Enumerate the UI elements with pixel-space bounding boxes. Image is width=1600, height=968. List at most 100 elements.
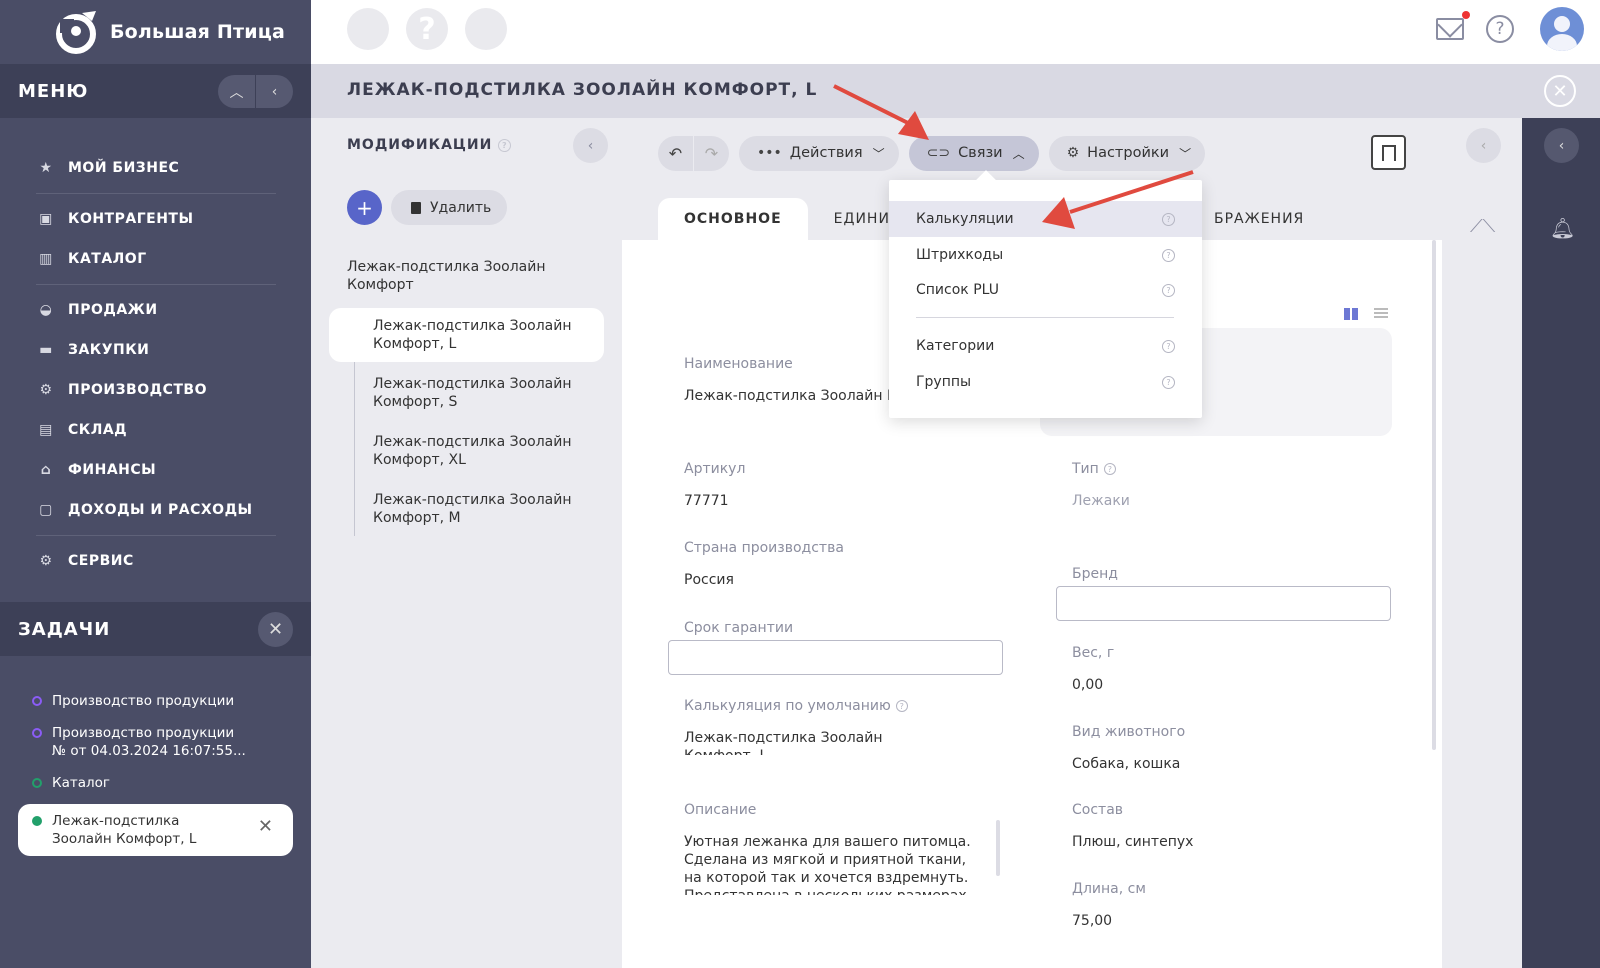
tasks-header: ЗАДАЧИ ✕ <box>0 602 311 656</box>
nav-item-warehouse[interactable]: ▤ СКЛАД <box>36 410 276 450</box>
warranty-input[interactable] <box>668 640 1003 675</box>
menu-item-plu-list[interactable]: Список PLU? <box>889 272 1202 308</box>
menu-item-groups[interactable]: Группы? <box>889 364 1202 400</box>
nav-divider <box>36 284 276 285</box>
textarea-scrollbar[interactable] <box>996 820 1000 876</box>
nav-item-purchases[interactable]: ▬ ЗАКУПКИ <box>36 330 276 370</box>
field-value[interactable]: 77771 <box>684 492 745 510</box>
close-icon[interactable]: ✕ <box>258 818 273 836</box>
field-value-overflow: Комфорт, L <box>684 747 908 755</box>
task-item[interactable]: Каталог <box>18 772 293 794</box>
book-icon: ▥ <box>39 251 53 267</box>
placeholder-circle-button[interactable] <box>465 8 507 50</box>
nav-item-my-business[interactable]: ★ МОЙ БИЗНЕС <box>36 148 276 188</box>
notification-dot <box>1462 11 1470 19</box>
type-field: Тип? Лежаки <box>1072 461 1130 510</box>
bell-icon[interactable]: 🔔︎ <box>1550 216 1575 240</box>
help-icon[interactable]: ? <box>1103 463 1116 475</box>
mail-icon[interactable] <box>1436 11 1470 40</box>
chevron-left-icon[interactable]: ‹ <box>1544 128 1579 163</box>
settings-button[interactable]: ⚙ Настройки ﹀ <box>1048 135 1206 171</box>
help-icon[interactable]: ? <box>1162 248 1175 262</box>
chevron-up-icon[interactable]: ︿ <box>218 75 255 108</box>
nav-item-counterparties[interactable]: ▣ КОНТРАГЕНТЫ <box>36 199 276 239</box>
help-icon[interactable]: ? <box>1162 375 1175 389</box>
modifications-actions: + Удалить <box>347 190 508 225</box>
delete-button[interactable]: Удалить <box>391 190 508 225</box>
brand-input[interactable] <box>1056 586 1391 621</box>
task-label: Производство продукции <box>52 693 235 709</box>
field-value[interactable]: Лежак-подстилка Зоолайн <box>684 729 908 747</box>
nav-item-finance[interactable]: ⌂ ФИНАНСЫ <box>36 450 276 490</box>
add-modification-button[interactable]: + <box>347 190 382 225</box>
field-value[interactable]: 75,00 <box>1072 912 1146 930</box>
task-item[interactable]: Производство продукции <box>18 690 293 712</box>
grid-view-icon[interactable] <box>1344 308 1358 320</box>
list-view-icon[interactable] <box>1374 308 1388 320</box>
field-label: Срок гарантии <box>684 620 794 636</box>
scrollbar[interactable] <box>1432 240 1436 750</box>
nav-label: КОНТРАГЕНТЫ <box>68 211 194 227</box>
nav-item-service[interactable]: ⚙ СЕРВИС <box>36 541 276 581</box>
composition-field: Состав Плюш, синтепух <box>1072 802 1193 851</box>
chevron-left-icon[interactable]: ‹ <box>573 128 608 163</box>
help-icon[interactable]: ? <box>895 700 908 712</box>
tree-item[interactable]: Лежак-подстилка Зоолайн Комфорт, M <box>355 482 604 536</box>
menu-title: МЕНЮ <box>18 80 89 102</box>
tree-item-selected[interactable]: Лежак-подстилка Зоолайн Комфорт, L <box>329 308 604 362</box>
bookmark-icon[interactable] <box>1371 135 1406 170</box>
undo-icon[interactable]: ↶ <box>658 135 693 171</box>
tree-item[interactable]: Лежак-подстилка Зоолайн Комфорт, XL <box>355 424 604 478</box>
actions-button[interactable]: ••• Действия ﹀ <box>739 135 899 171</box>
help-icon[interactable]: ? <box>1162 339 1175 353</box>
avatar[interactable] <box>1540 7 1584 51</box>
close-icon[interactable]: ✕ <box>258 612 293 647</box>
field-label: Описание <box>684 802 757 818</box>
field-value[interactable]: Лежак-подстилка Зоолайн Ко <box>684 387 905 405</box>
field-value[interactable]: Уютная лежанка для вашего питомца. Сдела… <box>684 833 974 887</box>
help-glyph: ? <box>418 11 436 47</box>
tasks-title: ЗАДАЧИ <box>18 618 111 640</box>
chevron-left-icon[interactable]: ‹ <box>1466 128 1501 163</box>
nav-item-production[interactable]: ⚙ ПРОИЗВОДСТВО <box>36 370 276 410</box>
help-icon[interactable]: ? <box>1162 212 1175 226</box>
nav-item-sales[interactable]: ◒ ПРОДАЖИ <box>36 290 276 330</box>
field-value[interactable]: Плюш, синтепух <box>1072 833 1193 851</box>
links-dropdown-menu: Калькуляции? Штрихкоды? Список PLU? Кате… <box>889 180 1202 418</box>
field-value[interactable]: Россия <box>684 571 844 589</box>
task-list: Производство продукции Производство прод… <box>18 690 293 866</box>
field-value[interactable]: 0,00 <box>1072 676 1114 694</box>
task-item-active[interactable]: Лежак-подстилка Зоолайн Комфорт, L ✕ <box>18 804 293 856</box>
help-icon[interactable]: ? <box>1162 283 1175 297</box>
help-icon[interactable]: ? <box>1486 15 1514 43</box>
field-value[interactable]: Собака, кошка <box>1072 755 1185 773</box>
menu-item-categories[interactable]: Категории? <box>889 328 1202 364</box>
redo-icon[interactable]: ↷ <box>694 135 729 171</box>
menu-item-calculations[interactable]: Калькуляции? <box>889 201 1202 237</box>
help-circle-button[interactable]: ? <box>406 8 448 50</box>
tab-main[interactable]: ОСНОВНОЕ <box>658 198 808 240</box>
field-label: Состав <box>1072 802 1124 818</box>
close-icon[interactable]: ✕ <box>1544 75 1576 107</box>
field-value-overflow: Представлена в нескольких размерах <box>684 887 974 895</box>
tab-images[interactable]: БРАЖЕНИЯ <box>1188 198 1330 240</box>
field-label: Тип <box>1072 461 1099 477</box>
menu-item-barcodes[interactable]: Штрихкоды? <box>889 237 1202 273</box>
bird-logo-icon <box>56 11 96 54</box>
gear-box-icon: ⚙ <box>39 553 53 569</box>
nav-divider <box>36 193 276 194</box>
nav-item-income-expenses[interactable]: ▢ ДОХОДЫ И РАСХОДЫ <box>36 490 276 530</box>
app-logo[interactable]: Большая Птица <box>0 0 311 64</box>
links-button[interactable]: ⊂⊃ Связи ︿ <box>908 135 1039 171</box>
chevron-left-icon[interactable]: ‹ <box>256 75 293 108</box>
tree-root-item[interactable]: Лежак-подстилка Зоолайн Комфорт <box>329 258 604 294</box>
tree-item[interactable]: Лежак-подстилка Зоолайн Комфорт, S <box>355 366 604 420</box>
menu-header-buttons: ︿ ‹ <box>218 75 293 108</box>
task-item[interactable]: Производство продукции № от 04.03.2024 1… <box>18 722 293 762</box>
chevron-up-icon: ︿ <box>1012 146 1025 161</box>
placeholder-circle-button[interactable] <box>347 8 389 50</box>
field-value[interactable]: Лежаки <box>1072 492 1130 510</box>
nav-item-catalog[interactable]: ▥ КАТАЛОГ <box>36 239 276 279</box>
help-icon[interactable]: ? <box>498 138 512 152</box>
sparkline-icon[interactable]: ⟋⟍ <box>1470 216 1495 237</box>
